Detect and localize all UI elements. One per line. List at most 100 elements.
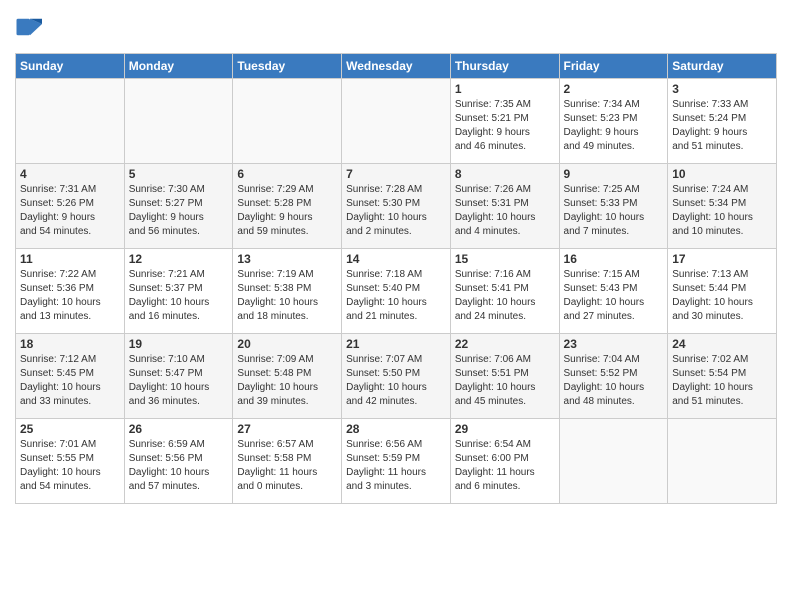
- calendar-cell: 4Sunrise: 7:31 AM Sunset: 5:26 PM Daylig…: [16, 164, 125, 249]
- day-number: 24: [672, 337, 772, 351]
- day-info: Sunrise: 7:04 AM Sunset: 5:52 PM Dayligh…: [564, 353, 664, 409]
- day-info: Sunrise: 7:22 AM Sunset: 5:36 PM Dayligh…: [20, 268, 120, 324]
- calendar-cell: [124, 79, 233, 164]
- day-info: Sunrise: 7:26 AM Sunset: 5:31 PM Dayligh…: [455, 183, 555, 239]
- day-number: 16: [564, 252, 664, 266]
- day-number: 15: [455, 252, 555, 266]
- day-number: 21: [346, 337, 446, 351]
- calendar-cell: [233, 79, 342, 164]
- day-number: 26: [129, 422, 229, 436]
- day-number: 25: [20, 422, 120, 436]
- header-day-wednesday: Wednesday: [342, 54, 451, 79]
- day-number: 18: [20, 337, 120, 351]
- day-info: Sunrise: 7:16 AM Sunset: 5:41 PM Dayligh…: [455, 268, 555, 324]
- day-number: 4: [20, 167, 120, 181]
- day-info: Sunrise: 7:06 AM Sunset: 5:51 PM Dayligh…: [455, 353, 555, 409]
- day-number: 5: [129, 167, 229, 181]
- day-info: Sunrise: 7:09 AM Sunset: 5:48 PM Dayligh…: [237, 353, 337, 409]
- calendar-cell: [668, 419, 777, 504]
- day-info: Sunrise: 7:10 AM Sunset: 5:47 PM Dayligh…: [129, 353, 229, 409]
- day-number: 9: [564, 167, 664, 181]
- day-number: 3: [672, 82, 772, 96]
- day-info: Sunrise: 7:29 AM Sunset: 5:28 PM Dayligh…: [237, 183, 337, 239]
- calendar-cell: 17Sunrise: 7:13 AM Sunset: 5:44 PM Dayli…: [668, 249, 777, 334]
- day-number: 20: [237, 337, 337, 351]
- day-info: Sunrise: 7:02 AM Sunset: 5:54 PM Dayligh…: [672, 353, 772, 409]
- calendar-cell: 12 Sunrise: 7:21 AM Sunset: 5:37 PM Dayli…: [124, 249, 233, 334]
- week-row-5: 25 Sunrise: 7:01 AM Sunset: 5:55 PM Dayli…: [16, 419, 777, 504]
- calendar-cell: 20 Sunrise: 7:09 AM Sunset: 5:48 PM Dayli…: [233, 334, 342, 419]
- calendar-cell: 8 Sunrise: 7:26 AM Sunset: 5:31 PM Daylig…: [450, 164, 559, 249]
- logo-icon: [15, 15, 45, 45]
- day-info: Sunrise: 7:19 AM Sunset: 5:38 PM Dayligh…: [237, 268, 337, 324]
- calendar-table: SundayMondayTuesdayWednesdayThursdayFrid…: [15, 53, 777, 504]
- day-number: 29: [455, 422, 555, 436]
- day-info: Sunrise: 6:56 AM Sunset: 5:59 PM Dayligh…: [346, 438, 446, 494]
- day-info: Sunrise: 7:07 AM Sunset: 5:50 PM Dayligh…: [346, 353, 446, 409]
- header-day-saturday: Saturday: [668, 54, 777, 79]
- day-info: Sunrise: 7:18 AM Sunset: 5:40 PM Dayligh…: [346, 268, 446, 324]
- calendar-cell: 6 Sunrise: 7:29 AM Sunset: 5:28 PM Daylig…: [233, 164, 342, 249]
- calendar-cell: 27Sunrise: 6:57 AM Sunset: 5:58 PM Dayli…: [233, 419, 342, 504]
- day-info: Sunrise: 7:21 AM Sunset: 5:37 PM Dayligh…: [129, 268, 229, 324]
- calendar-cell: 1 Sunrise: 7:35 AM Sunset: 5:21 PM Daylig…: [450, 79, 559, 164]
- day-info: Sunrise: 6:57 AM Sunset: 5:58 PM Dayligh…: [237, 438, 337, 494]
- calendar-cell: 9 Sunrise: 7:25 AM Sunset: 5:33 PM Daylig…: [559, 164, 668, 249]
- calendar-cell: 11 Sunrise: 7:22 AM Sunset: 5:36 PM Dayli…: [16, 249, 125, 334]
- day-info: Sunrise: 7:01 AM Sunset: 5:55 PM Dayligh…: [20, 438, 120, 494]
- calendar-cell: 10 Sunrise: 7:24 AM Sunset: 5:34 PM Dayli…: [668, 164, 777, 249]
- day-info: Sunrise: 6:54 AM Sunset: 6:00 PM Dayligh…: [455, 438, 555, 494]
- header-day-sunday: Sunday: [16, 54, 125, 79]
- page-header: [15, 10, 777, 45]
- calendar-cell: 15 Sunrise: 7:16 AM Sunset: 5:41 PM Dayli…: [450, 249, 559, 334]
- calendar-cell: 5 Sunrise: 7:30 AM Sunset: 5:27 PM Daylig…: [124, 164, 233, 249]
- calendar-cell: 18 Sunrise: 7:12 AM Sunset: 5:45 PM Dayli…: [16, 334, 125, 419]
- calendar-cell: 21 Sunrise: 7:07 AM Sunset: 5:50 PM Dayli…: [342, 334, 451, 419]
- calendar-cell: 3 Sunrise: 7:33 AM Sunset: 5:24 PM Daylig…: [668, 79, 777, 164]
- header-day-monday: Monday: [124, 54, 233, 79]
- calendar-cell: 14 Sunrise: 7:18 AM Sunset: 5:40 PM Dayli…: [342, 249, 451, 334]
- calendar-cell: 26 Sunrise: 6:59 AM Sunset: 5:56 PM Dayli…: [124, 419, 233, 504]
- day-number: 1: [455, 82, 555, 96]
- day-info: Sunrise: 6:59 AM Sunset: 5:56 PM Dayligh…: [129, 438, 229, 494]
- calendar-cell: 29 Sunrise: 6:54 AM Sunset: 6:00 PM Dayli…: [450, 419, 559, 504]
- day-number: 8: [455, 167, 555, 181]
- day-info: Sunrise: 7:13 AM Sunset: 5:44 PM Dayligh…: [672, 268, 772, 324]
- header-row: SundayMondayTuesdayWednesdayThursdayFrid…: [16, 54, 777, 79]
- day-number: 2: [564, 82, 664, 96]
- calendar-cell: [342, 79, 451, 164]
- day-info: Sunrise: 7:30 AM Sunset: 5:27 PM Dayligh…: [129, 183, 229, 239]
- week-row-4: 18 Sunrise: 7:12 AM Sunset: 5:45 PM Dayli…: [16, 334, 777, 419]
- week-row-3: 11 Sunrise: 7:22 AM Sunset: 5:36 PM Dayli…: [16, 249, 777, 334]
- day-number: 11: [20, 252, 120, 266]
- calendar-cell: 24 Sunrise: 7:02 AM Sunset: 5:54 PM Dayli…: [668, 334, 777, 419]
- logo: [15, 15, 49, 45]
- day-number: 7: [346, 167, 446, 181]
- calendar-cell: 25 Sunrise: 7:01 AM Sunset: 5:55 PM Dayli…: [16, 419, 125, 504]
- day-info: Sunrise: 7:24 AM Sunset: 5:34 PM Dayligh…: [672, 183, 772, 239]
- header-day-friday: Friday: [559, 54, 668, 79]
- day-number: 12: [129, 252, 229, 266]
- header-day-thursday: Thursday: [450, 54, 559, 79]
- day-number: 6: [237, 167, 337, 181]
- day-number: 22: [455, 337, 555, 351]
- day-info: Sunrise: 7:28 AM Sunset: 5:30 PM Dayligh…: [346, 183, 446, 239]
- week-row-2: 4Sunrise: 7:31 AM Sunset: 5:26 PM Daylig…: [16, 164, 777, 249]
- day-info: Sunrise: 7:25 AM Sunset: 5:33 PM Dayligh…: [564, 183, 664, 239]
- calendar-cell: 16 Sunrise: 7:15 AM Sunset: 5:43 PM Dayli…: [559, 249, 668, 334]
- calendar-cell: [559, 419, 668, 504]
- calendar-cell: 7 Sunrise: 7:28 AM Sunset: 5:30 PM Daylig…: [342, 164, 451, 249]
- day-info: Sunrise: 7:15 AM Sunset: 5:43 PM Dayligh…: [564, 268, 664, 324]
- day-number: 19: [129, 337, 229, 351]
- day-info: Sunrise: 7:33 AM Sunset: 5:24 PM Dayligh…: [672, 98, 772, 154]
- week-row-1: 1 Sunrise: 7:35 AM Sunset: 5:21 PM Daylig…: [16, 79, 777, 164]
- day-number: 14: [346, 252, 446, 266]
- day-number: 10: [672, 167, 772, 181]
- calendar-cell: 22 Sunrise: 7:06 AM Sunset: 5:51 PM Dayli…: [450, 334, 559, 419]
- calendar-cell: 2Sunrise: 7:34 AM Sunset: 5:23 PM Daylig…: [559, 79, 668, 164]
- day-number: 13: [237, 252, 337, 266]
- calendar-cell: 13 Sunrise: 7:19 AM Sunset: 5:38 PM Dayli…: [233, 249, 342, 334]
- day-info: Sunrise: 7:12 AM Sunset: 5:45 PM Dayligh…: [20, 353, 120, 409]
- calendar-cell: 28Sunrise: 6:56 AM Sunset: 5:59 PM Dayli…: [342, 419, 451, 504]
- day-info: Sunrise: 7:35 AM Sunset: 5:21 PM Dayligh…: [455, 98, 555, 154]
